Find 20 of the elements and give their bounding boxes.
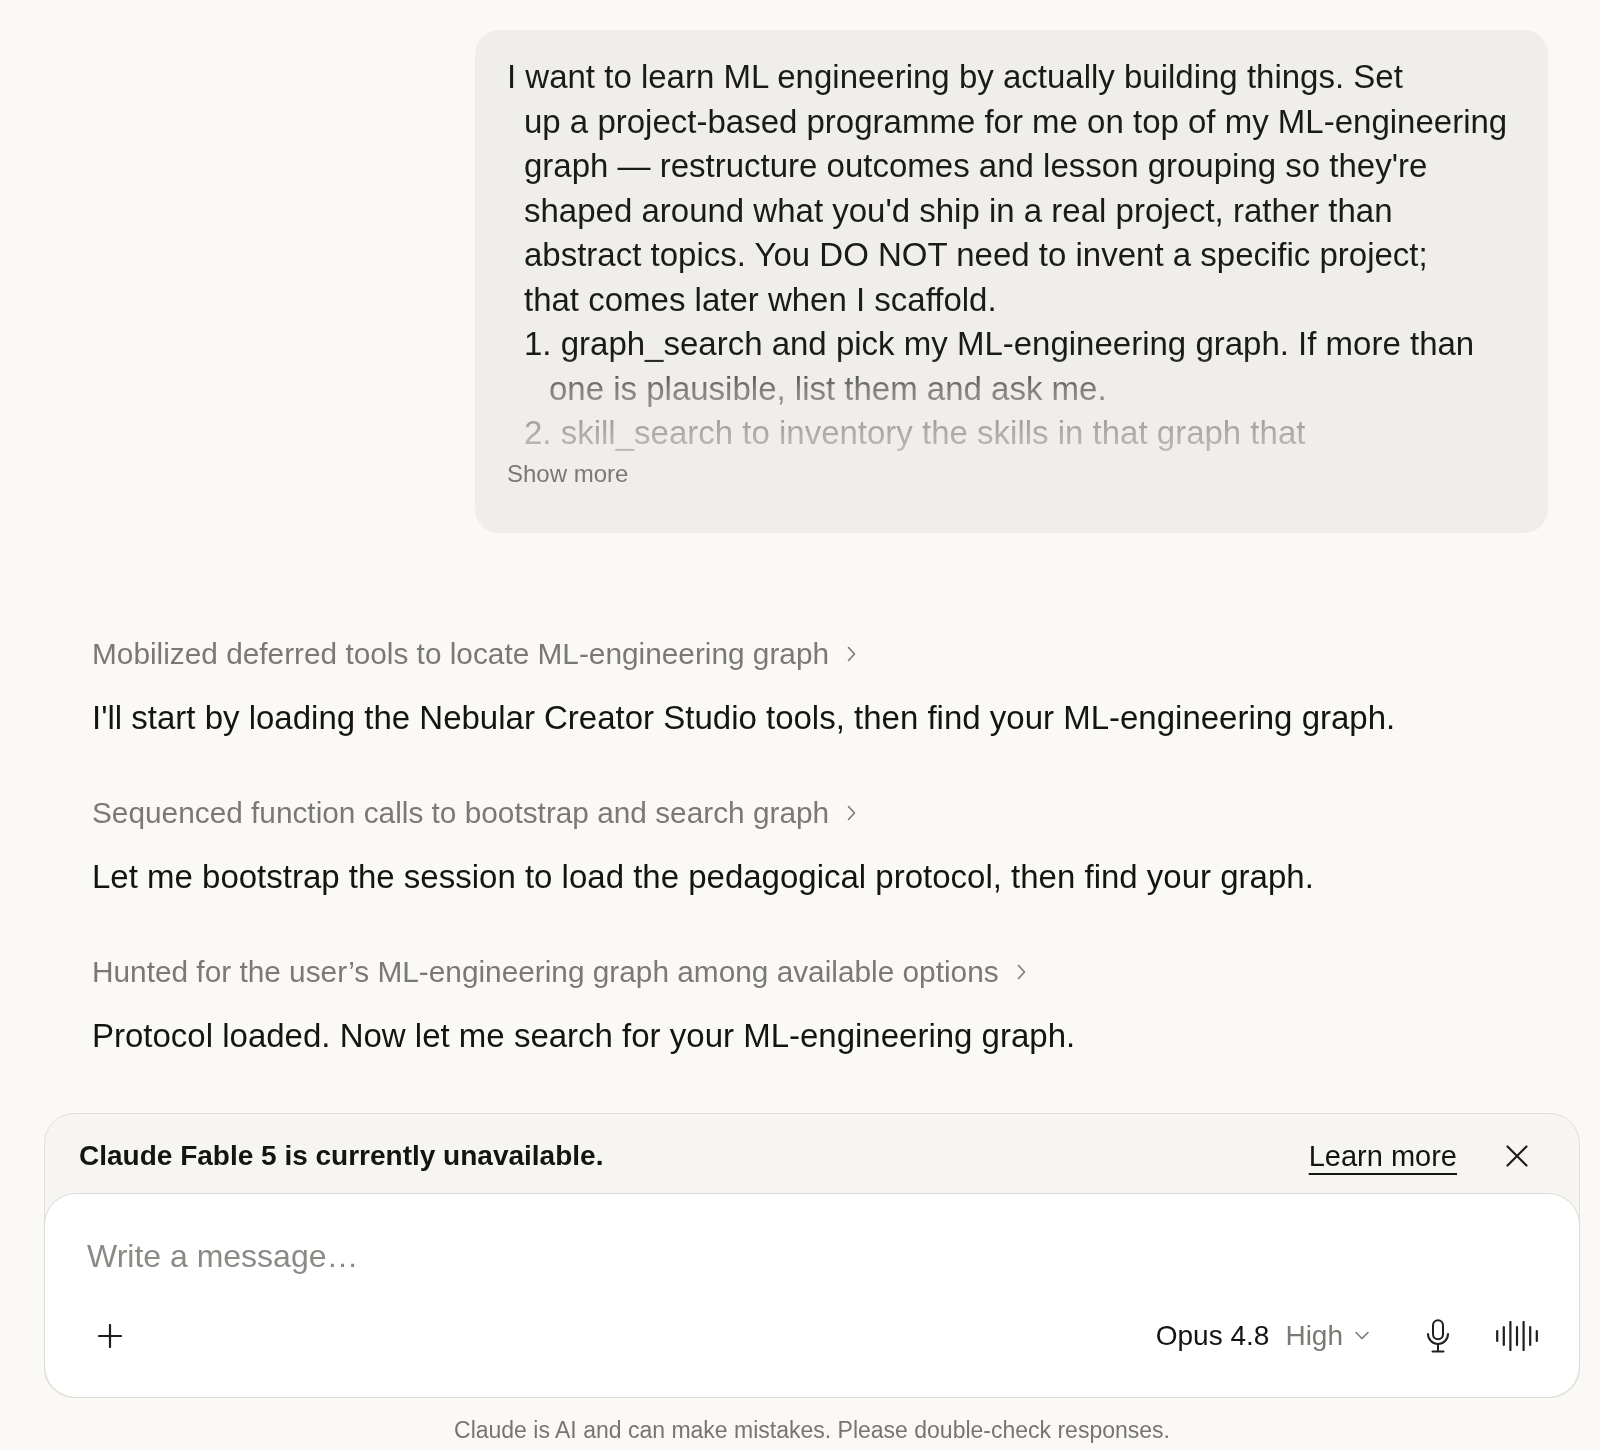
list-item: 1. graph_search and pick my ML-engineering graph. If more than one is plausible, list them and ask me.: [524, 324, 1476, 409]
notice-message: Claude Fable 5 is currently unavailable.: [79, 1140, 605, 1172]
list-item: 2. skill_search to inventory the skills in that graph that: [524, 413, 1307, 453]
step-summary[interactable]: Sequenced function calls to bootstrap and search graph: [92, 792, 857, 833]
show-more-button[interactable]: Show more: [507, 458, 629, 489]
waveform-icon: [1496, 1320, 1538, 1351]
assistant-message: Protocol loaded. Now let me search for your ML-engineering graph.: [92, 1015, 1076, 1056]
step-summary[interactable]: Hunted for the user’s ML-engineering graph among available options: [92, 951, 1026, 992]
chevron-down-icon: [1355, 1331, 1369, 1340]
assistant-message: Let me bootstrap the session to load the pedagogical protocol, then find your graph.: [92, 856, 1314, 897]
assistant-message: I'll start by loading the Nebular Creator Studio tools, then find your ML-engineering graph.: [92, 697, 1396, 738]
disclaimer-text: Claude is AI and can make mistakes. Please double-check responses.: [453, 1415, 1171, 1445]
model-selector[interactable]: Opus 4.8 High: [1149, 1311, 1375, 1360]
close-icon: [1506, 1145, 1528, 1167]
message-text: I want to learn ML engineering by actually building things. Set up a project-based programme for me on top of my ML-engineering graph — restructure outcomes and lesson grouping so they're shaped around what you'd ship in a real project, rather than abstract topics. You DO NOT need to invent a specific project; that comes later when I scaffold.: [507, 57, 1508, 320]
plus-icon: [98, 1323, 122, 1348]
microphone-icon: [1426, 1318, 1450, 1353]
step-summary[interactable]: Mobilized deferred tools to locate ML-engineering graph: [92, 633, 857, 674]
message-input[interactable]: Write a message…: [87, 1232, 1541, 1281]
learn-more-link[interactable]: Learn more: [1308, 1139, 1457, 1173]
